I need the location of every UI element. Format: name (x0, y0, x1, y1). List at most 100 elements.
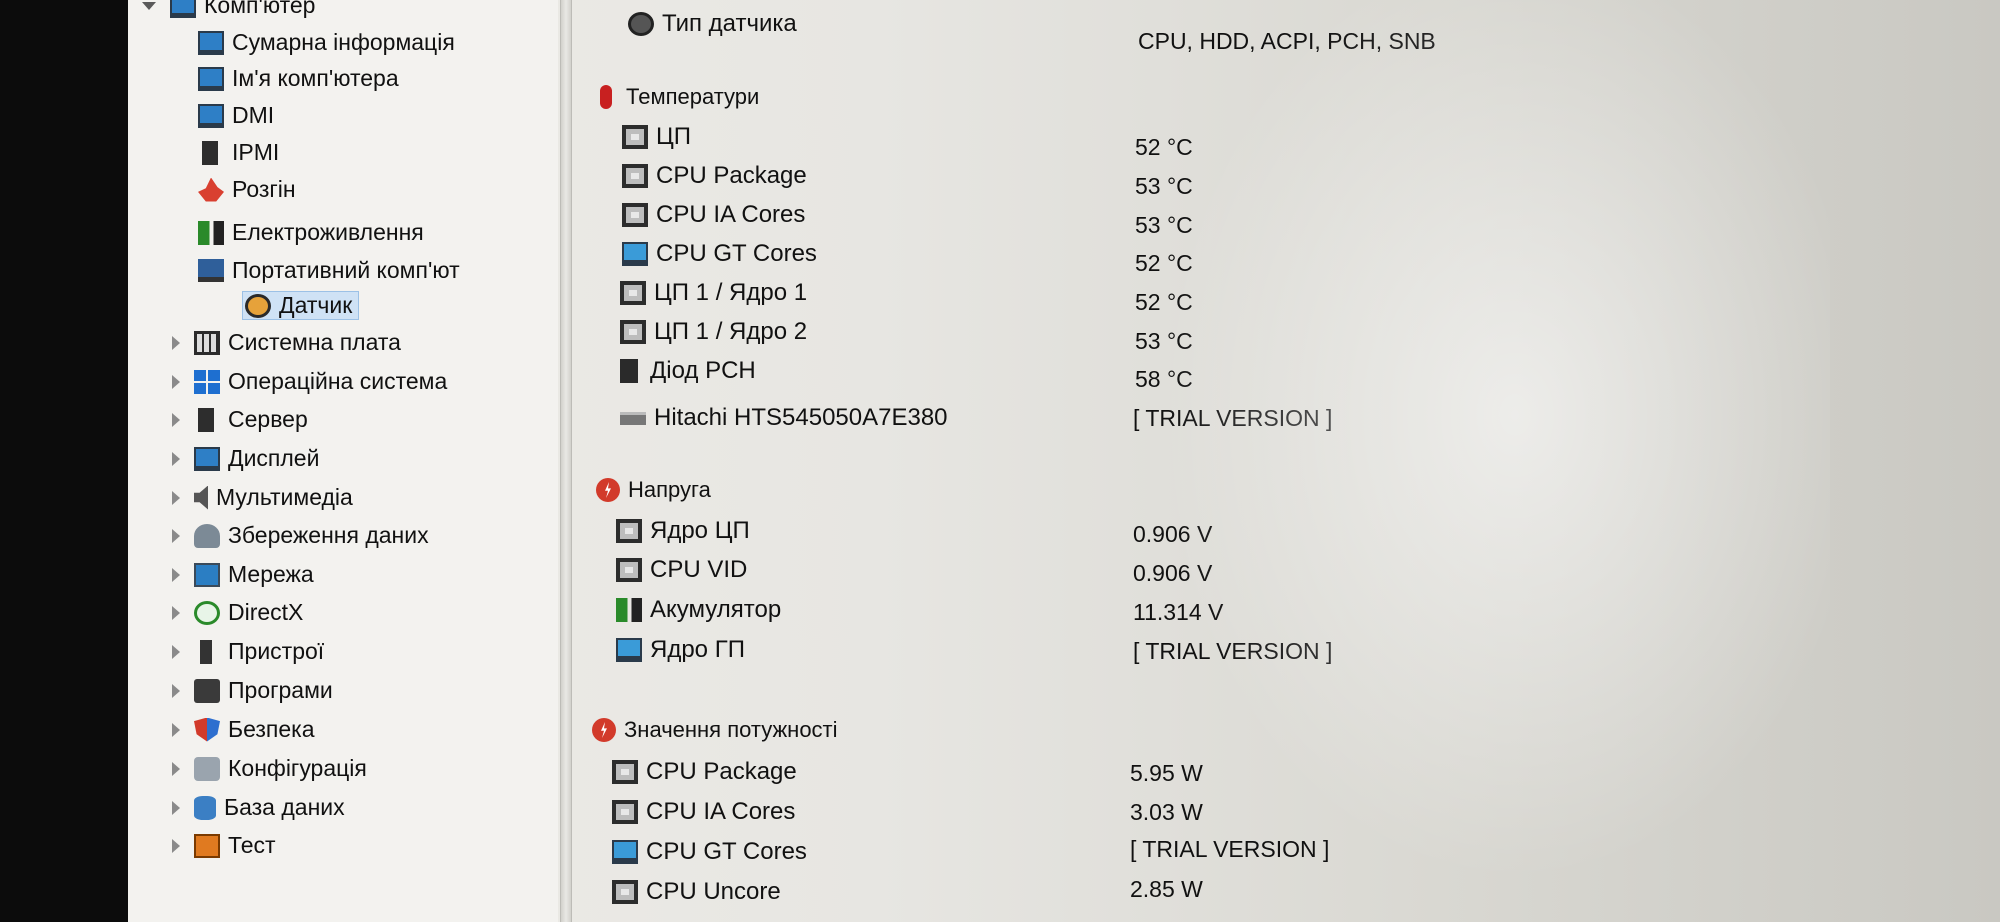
cpu-chip-icon (616, 558, 642, 582)
chevron-right-icon[interactable] (172, 374, 180, 389)
chevron-right-icon[interactable] (172, 567, 180, 582)
tree-item-computer[interactable]: Комп'ютер (142, 0, 315, 19)
voltage-row-cpu-vid[interactable]: CPU VID (616, 556, 747, 584)
field-label: CPU Package (646, 758, 797, 785)
voltage-row-cpu-core[interactable]: Ядро ЦП (616, 517, 750, 545)
tree-item-server[interactable]: Сервер (172, 406, 308, 433)
gpu-icon (612, 840, 638, 864)
power-row-cpu-uncore[interactable]: CPU Uncore (612, 878, 781, 906)
temp-row-pch-diode[interactable]: Діод PCH (620, 357, 756, 385)
cpu-chip-icon (620, 281, 646, 305)
section-voltage: Напруга (596, 477, 711, 503)
field-value: 53 °C (1135, 212, 1193, 238)
field-value: 58 °C (1135, 366, 1193, 392)
tree-item-label: Ім'я комп'ютера (232, 65, 399, 91)
field-value: 52 °C (1135, 250, 1193, 276)
field-label: CPU GT Cores (656, 240, 817, 267)
tree-item-summary[interactable]: Сумарна інформація (198, 29, 455, 56)
tree-item-storage[interactable]: Збереження даних (172, 522, 429, 549)
tree-item-power-management[interactable]: Електроживлення (198, 219, 424, 246)
chevron-right-icon[interactable] (172, 605, 180, 620)
chevron-right-icon[interactable] (172, 761, 180, 776)
battery-icon (616, 598, 642, 622)
sensor-icon (628, 12, 654, 36)
tree-item-computer-name[interactable]: Ім'я комп'ютера (198, 65, 399, 92)
tree-item-operating-system[interactable]: Операційна система (172, 368, 447, 395)
fire-icon (198, 177, 224, 202)
section-power: Значення потужності (592, 717, 838, 743)
chevron-right-icon[interactable] (172, 838, 180, 853)
network-icon (194, 562, 220, 587)
tree-item-devices[interactable]: Пристрої (172, 638, 324, 665)
power-row-cpu-ia-cores[interactable]: CPU IA Cores (612, 798, 795, 826)
chevron-right-icon[interactable] (172, 528, 180, 543)
tree-item-overclock[interactable]: Розгін (198, 176, 296, 203)
diode-icon (620, 359, 638, 383)
cpu-chip-icon (616, 519, 642, 543)
temp-row-cpu-ia-cores[interactable]: CPU IA Cores (622, 201, 805, 229)
field-label: Hitachi HTS545050A7E380 (654, 404, 948, 431)
tree-item-display[interactable]: Дисплей (172, 445, 319, 472)
cpu-chip-icon (620, 320, 646, 344)
field-value: 0.906 V (1133, 521, 1213, 547)
tree-item-programs[interactable]: Програми (172, 677, 333, 704)
chevron-right-icon[interactable] (172, 722, 180, 737)
chevron-right-icon[interactable] (172, 412, 180, 427)
tree-item-label: Датчик (279, 292, 353, 318)
field-label: ЦП 1 / Ядро 2 (654, 318, 808, 345)
cpu-chip-icon (612, 800, 638, 824)
tree-item-directx[interactable]: DirectX (172, 599, 303, 626)
tree-item-database[interactable]: База даних (172, 794, 345, 821)
server-icon (198, 407, 214, 432)
tree-item-dmi[interactable]: DMI (198, 102, 274, 129)
chevron-right-icon[interactable] (172, 490, 180, 505)
tree-item-label: Електроживлення (232, 219, 424, 245)
chevron-down-icon[interactable] (142, 1, 156, 10)
field-value: [ TRIAL VERSION ] (1133, 638, 1333, 664)
database-icon (194, 795, 216, 820)
temp-row-core-2[interactable]: ЦП 1 / Ядро 2 (620, 318, 807, 346)
field-label: Тип датчика (662, 10, 797, 37)
app-window: Комп'ютер Сумарна інформація Ім'я комп'ю… (128, 0, 2000, 922)
field-label: Акумулятор (650, 596, 782, 623)
chevron-right-icon[interactable] (172, 683, 180, 698)
temp-row-cpu[interactable]: ЦП (622, 123, 691, 151)
tree-item-portable-computer[interactable]: Портативний комп'ют (198, 257, 460, 284)
tree-item-motherboard[interactable]: Системна плата (172, 329, 401, 356)
tree-item-label: Сервер (228, 406, 308, 432)
motherboard-icon (194, 330, 220, 355)
temp-row-hdd[interactable]: Hitachi HTS545050A7E380 (620, 404, 948, 432)
sensor-type-row[interactable]: Тип датчика (628, 10, 797, 38)
section-temperatures: Температури (600, 84, 759, 110)
tree-item-label: IPMI (232, 139, 280, 165)
power-row-cpu-gt-cores[interactable]: CPU GT Cores (612, 838, 807, 866)
tree-item-security[interactable]: Безпека (172, 716, 315, 743)
tree-item-label: Портативний комп'ют (232, 257, 460, 283)
tree-item-sensor[interactable]: Датчик (242, 291, 360, 320)
field-value: 53 °C (1135, 173, 1193, 199)
monitor-icon (198, 103, 224, 128)
power-row-cpu-package[interactable]: CPU Package (612, 758, 797, 786)
tree-item-network[interactable]: Мережа (172, 561, 314, 588)
chevron-right-icon[interactable] (172, 644, 180, 659)
voltage-row-gpu-core[interactable]: Ядро ГП (616, 636, 745, 664)
tree-item-multimedia[interactable]: Мультимедіа (172, 484, 353, 511)
tree-item-configuration[interactable]: Конфігурація (172, 755, 367, 782)
tree-item-label: Безпека (228, 716, 315, 742)
tree-item-benchmark[interactable]: Тест (172, 832, 276, 859)
temp-row-core-1[interactable]: ЦП 1 / Ядро 1 (620, 279, 807, 307)
temp-row-cpu-package[interactable]: CPU Package (622, 162, 807, 190)
field-value: 3.03 W (1130, 799, 1203, 825)
temp-row-cpu-gt-cores[interactable]: CPU GT Cores (622, 240, 817, 268)
field-value: 11.314 V (1133, 599, 1224, 625)
tree-item-ipmi[interactable]: IPMI (198, 139, 279, 166)
chevron-right-icon[interactable] (172, 335, 180, 350)
tree-item-label: База даних (224, 794, 345, 820)
tree-item-label: DirectX (228, 599, 304, 625)
tree-item-label: Мережа (228, 561, 314, 587)
section-title: Напруга (628, 477, 711, 502)
field-label: Ядро ЦП (650, 517, 750, 544)
voltage-row-battery[interactable]: Акумулятор (616, 596, 781, 624)
chevron-right-icon[interactable] (172, 800, 180, 815)
chevron-right-icon[interactable] (172, 451, 180, 466)
